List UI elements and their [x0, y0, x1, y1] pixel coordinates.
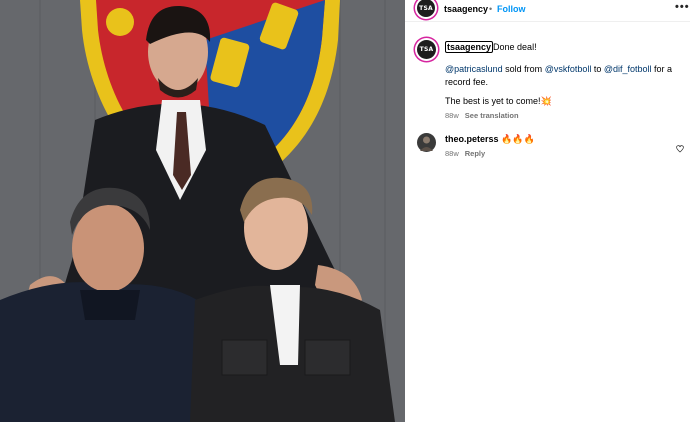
comment-text: 🔥🔥🔥: [501, 134, 535, 144]
post-header: TSA tsaagency • Follow •••: [405, 0, 690, 22]
author-avatar-text: TSA: [419, 4, 433, 12]
caption-first-line: tsaagency Done deal!: [445, 41, 685, 54]
mention-player[interactable]: @patricaslund: [445, 64, 503, 74]
caption-line2: The best is yet to come!: [445, 96, 541, 106]
caption-body: @patricaslund sold from @vskfotboll to @…: [445, 63, 687, 88]
mention-club-from[interactable]: @vskfotboll: [545, 64, 592, 74]
post-photo-graphic: [0, 0, 405, 422]
comment-like-icon[interactable]: [676, 140, 684, 153]
comment-meta: 88w Reply: [445, 149, 485, 158]
post-image[interactable]: [0, 0, 405, 422]
author-username[interactable]: tsaagency: [444, 4, 488, 14]
comment-author-username[interactable]: theo.peterss: [445, 134, 499, 144]
caption-author-username[interactable]: tsaagency: [445, 41, 494, 53]
separator-dot: •: [489, 4, 493, 14]
caption-age: 88w: [445, 111, 459, 120]
author-avatar[interactable]: TSA: [417, 0, 435, 17]
caption-author-avatar[interactable]: TSA: [417, 40, 436, 59]
caption-text-to: to: [591, 64, 604, 74]
see-translation-button[interactable]: See translation: [465, 111, 519, 120]
comment-age: 88w: [445, 149, 459, 158]
person-silhouette-icon: [420, 136, 433, 151]
mention-club-to[interactable]: @dif_fotboll: [604, 64, 652, 74]
caption-avatar-text: TSA: [419, 46, 434, 53]
more-horizontal-icon[interactable]: •••: [675, 1, 690, 13]
caption-lead: Done deal!: [493, 42, 537, 52]
post-side-panel: TSA tsaagency • Follow ••• TSA tsaagency…: [405, 0, 690, 422]
follow-button[interactable]: Follow: [497, 4, 526, 14]
caption-text-sold-from: sold from: [502, 64, 545, 74]
reply-button[interactable]: Reply: [465, 149, 485, 158]
comment-row: theo.peterss 🔥🔥🔥: [445, 133, 685, 146]
caption-line2-row: The best is yet to come!💥: [445, 95, 685, 108]
caption-emoji: 💥: [540, 96, 552, 106]
comment-author-avatar[interactable]: [417, 133, 436, 152]
caption-meta: 88w See translation: [445, 111, 519, 120]
